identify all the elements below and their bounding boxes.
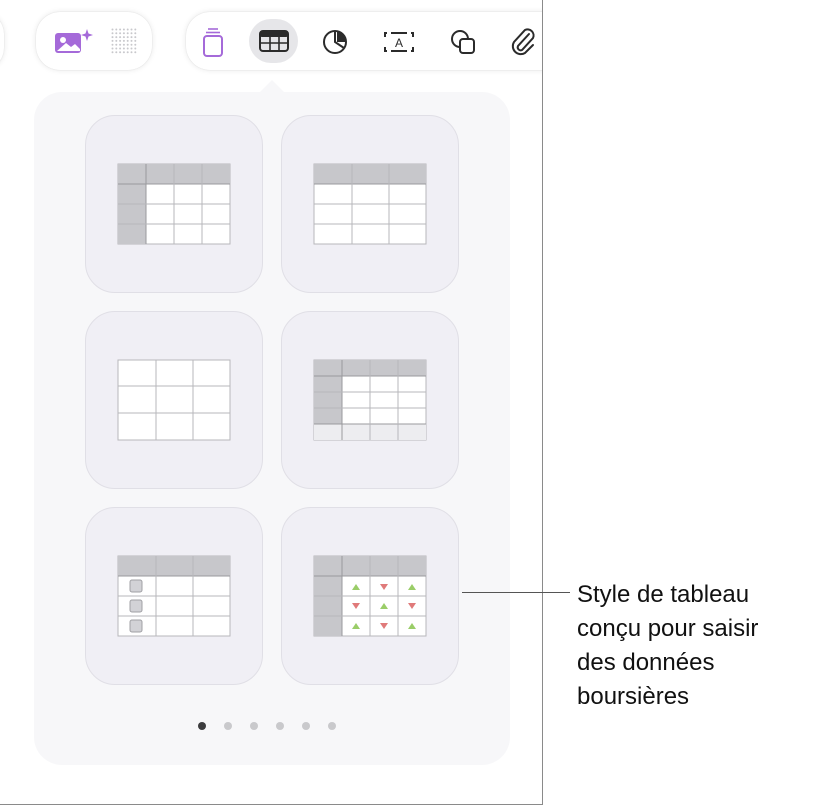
text-box-glyph: A: [395, 36, 403, 50]
page-dot[interactable]: [276, 722, 284, 730]
table-style-header-row-column-footer[interactable]: [281, 311, 459, 489]
page-dot[interactable]: [250, 722, 258, 730]
table-style-thumbnail: [117, 359, 231, 441]
table-style-thumbnail: [313, 359, 427, 441]
pie-chart-icon[interactable]: [320, 27, 350, 57]
table-style-thumbnail: [313, 555, 427, 637]
table-style-plain[interactable]: [85, 311, 263, 489]
toolbar-insert-group: [186, 12, 542, 70]
dot-grid-icon[interactable]: [110, 27, 138, 55]
image-sparkle-icon[interactable]: [51, 27, 95, 55]
shapes-icon[interactable]: [448, 27, 480, 57]
page-dot[interactable]: [302, 722, 310, 730]
table-style-header-row[interactable]: [281, 115, 459, 293]
table-style-popover: [34, 92, 510, 765]
app-window: A: [0, 0, 543, 805]
table-icon[interactable]: [256, 27, 292, 55]
page-dot[interactable]: [224, 722, 232, 730]
table-style-stock[interactable]: [281, 507, 459, 685]
shapes-stack-icon[interactable]: [198, 25, 228, 59]
paperclip-icon[interactable]: [508, 25, 538, 59]
table-style-checklist[interactable]: [85, 507, 263, 685]
table-style-thumbnail: [117, 163, 231, 245]
table-style-thumbnail: [313, 163, 427, 245]
page-dot[interactable]: [328, 722, 336, 730]
table-style-thumbnail: [117, 555, 231, 637]
text-box-icon[interactable]: A: [381, 28, 417, 56]
page-dot[interactable]: [198, 722, 206, 730]
callout-line: [462, 592, 570, 593]
toolbar-edge-group: [0, 12, 4, 70]
page-indicator[interactable]: [198, 722, 336, 730]
callout-text: Style de tableau conçu pour saisir des d…: [577, 581, 759, 710]
table-style-header-row-and-column[interactable]: [85, 115, 263, 293]
